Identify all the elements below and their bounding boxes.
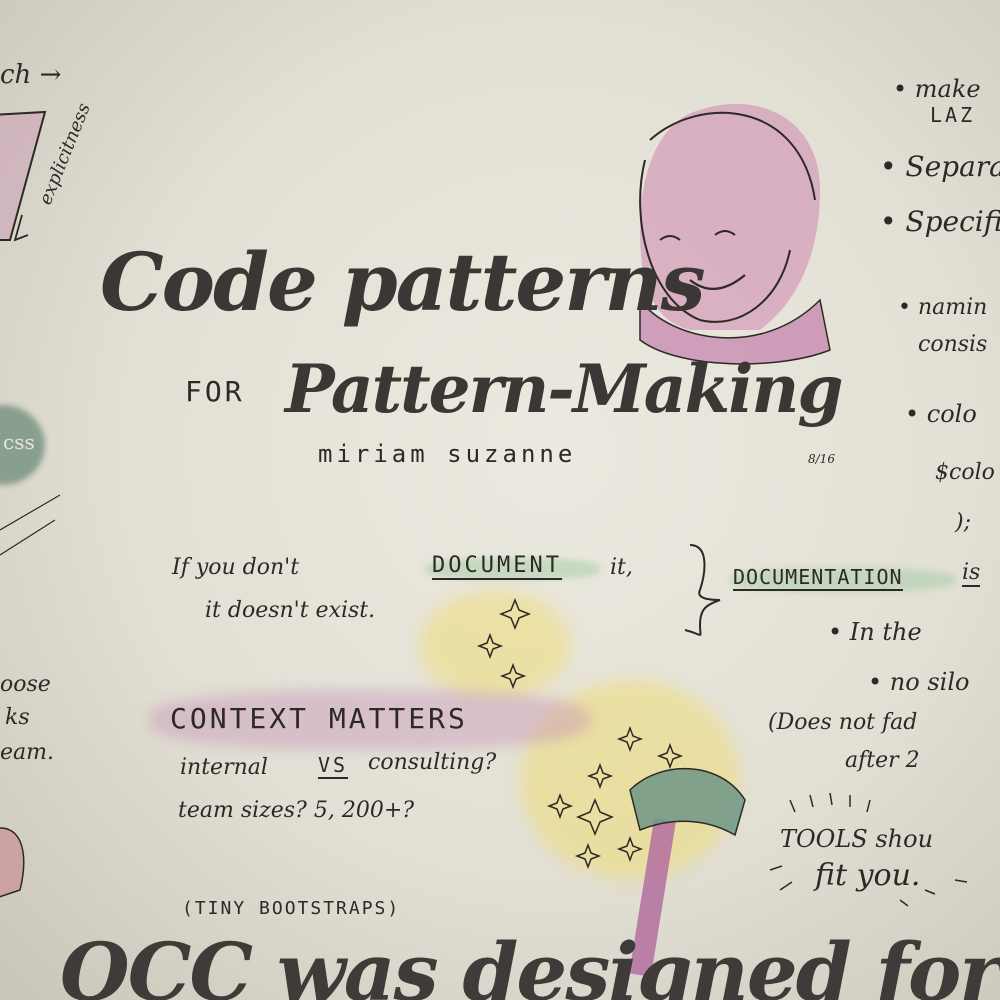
tools-line-2: fit you. xyxy=(815,858,921,893)
left-line-3: eam. xyxy=(0,740,54,765)
documentation-heading: DOCUMENTATION xyxy=(733,565,903,591)
left-lines xyxy=(0,494,61,556)
left-line-2: ks xyxy=(5,705,30,730)
quote-document: DOCUMENT xyxy=(432,553,562,580)
date-label: 8/16 xyxy=(808,452,835,466)
left-top-text: ch → xyxy=(0,60,62,90)
curly-brace xyxy=(684,544,721,636)
context-vs: VS xyxy=(318,753,349,779)
left-frame xyxy=(0,110,47,241)
left-line-1: oose xyxy=(0,672,51,697)
quote-line1a: If you don't xyxy=(172,555,300,580)
title-code-patterns: Code patterns xyxy=(100,235,706,329)
title-pattern-making: Pattern-Making xyxy=(285,350,843,428)
right-item-3: • Specifi xyxy=(880,205,1000,238)
quote-line1b: it, xyxy=(610,555,633,580)
context-internal: internal xyxy=(180,755,268,780)
sketchnote-page: ch → explicitness css oose ks eam. Code … xyxy=(0,0,1000,1000)
right-item-2: • Separa xyxy=(880,150,1000,183)
documentation-is: is xyxy=(962,560,981,587)
context-tiny-bootstraps: (TINY BOOTSTRAPS) xyxy=(182,898,401,919)
right-item-5c: ); xyxy=(955,510,971,535)
documentation-bullet-1: • In the xyxy=(828,618,922,646)
right-item-5a: • colo xyxy=(905,400,977,428)
right-item-5b: $colo xyxy=(935,460,995,485)
title-for: FOR xyxy=(185,375,245,408)
author-name: miriam suzanne xyxy=(318,440,577,468)
context-consulting: consulting? xyxy=(368,750,497,775)
quote-line2: it doesn't exist. xyxy=(205,598,376,623)
documentation-bullet-2: • no silo xyxy=(868,668,970,696)
left-arrow xyxy=(13,214,29,242)
right-item-4a: • namin xyxy=(898,295,988,320)
right-item-1a: • make xyxy=(893,75,981,103)
documentation-line-3: (Does not fad xyxy=(768,710,918,735)
right-item-1b: LAZ xyxy=(930,103,976,127)
bottom-heading: OCC was designed for Patterns xyxy=(60,925,1000,1000)
left-bottom-shape xyxy=(0,827,25,898)
context-heading: CONTEXT MATTERS xyxy=(170,702,468,735)
tools-line-1: TOOLS shou xyxy=(780,825,934,853)
context-team-sizes: team sizes? 5, 200+? xyxy=(178,798,415,823)
right-item-4b: consis xyxy=(918,332,988,357)
documentation-line-4: after 2 xyxy=(845,748,920,773)
css-badge-label: css xyxy=(3,430,35,454)
